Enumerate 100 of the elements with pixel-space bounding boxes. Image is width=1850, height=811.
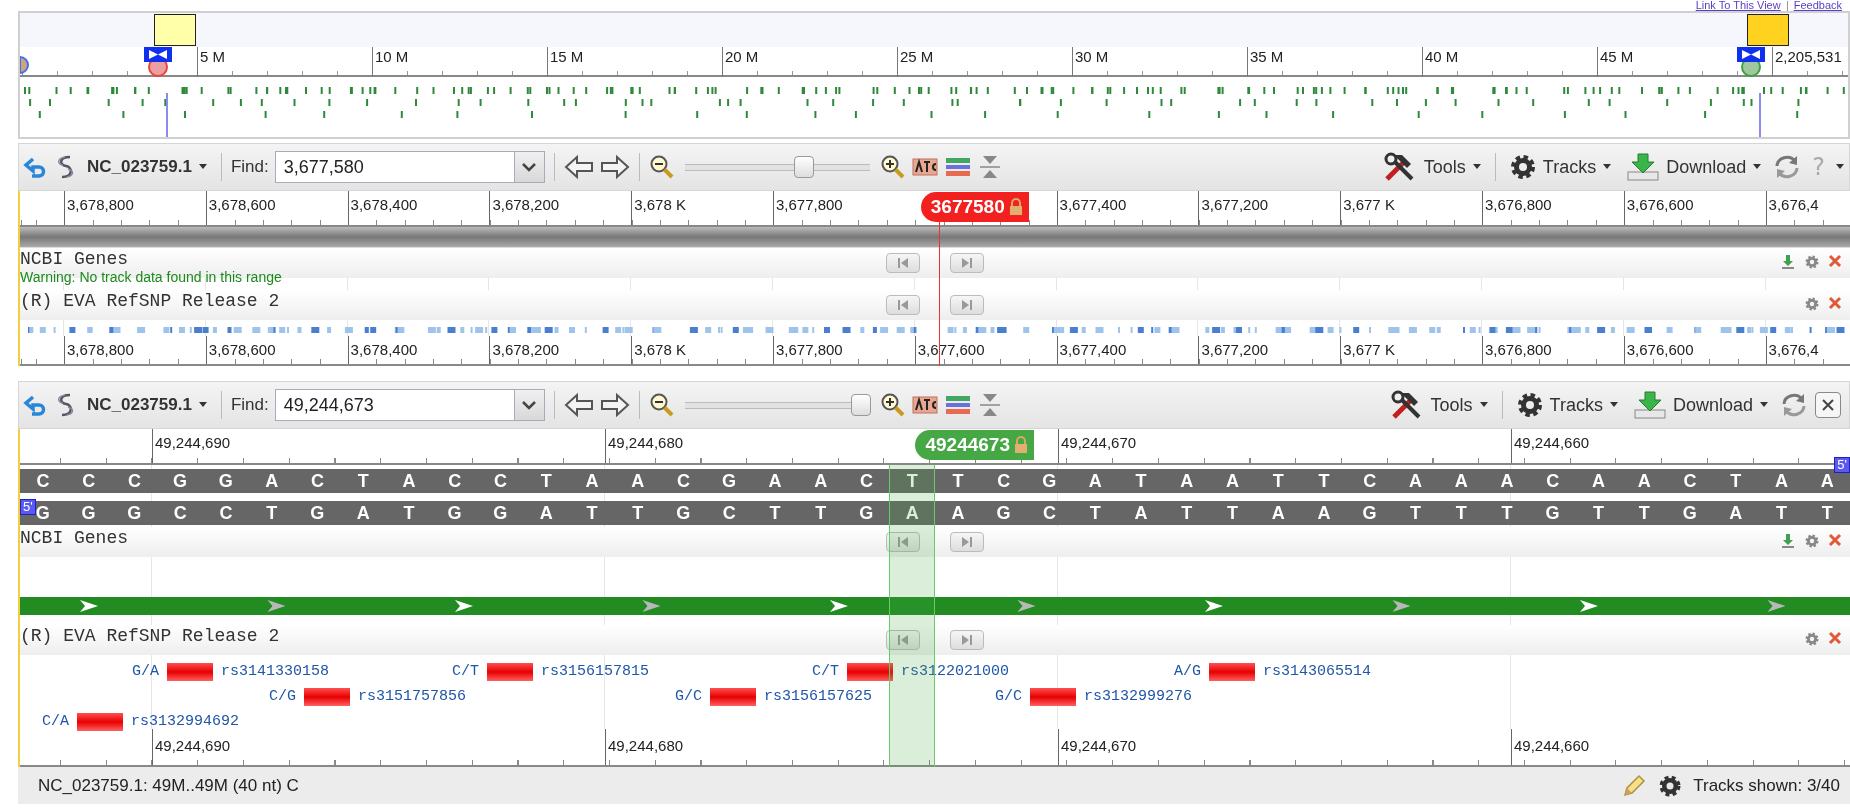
variant-bar[interactable] bbox=[487, 662, 533, 681]
ruler-label: 3,678,400 bbox=[349, 196, 418, 213]
ruler-label: 3,678,200 bbox=[491, 196, 560, 213]
find-field[interactable]: 3,677,580 bbox=[274, 151, 515, 183]
track-label: (R) EVA RefSNP Release 2 bbox=[20, 290, 281, 312]
variant-id[interactable]: rs3141330158 bbox=[221, 663, 330, 680]
download-icon[interactable] bbox=[1780, 254, 1796, 270]
next-feature-button[interactable] bbox=[950, 630, 984, 650]
variant-bar[interactable] bbox=[710, 687, 756, 706]
status-text: NC_023759.1: 49M..49M (40 nt) C bbox=[38, 775, 299, 796]
find-field[interactable]: 49,244,673 bbox=[274, 389, 515, 421]
ruler-label: 3,677,400 bbox=[1058, 341, 1127, 358]
pan-right-icon[interactable] bbox=[599, 154, 630, 180]
base-letter: G bbox=[127, 502, 142, 525]
menu-button[interactable]: Download bbox=[1628, 390, 1773, 420]
skip-back-icon bbox=[895, 257, 911, 269]
pan-left-icon[interactable] bbox=[563, 154, 594, 180]
position-marker-icon[interactable] bbox=[142, 47, 174, 77]
sequence-dropdown[interactable]: NC_023759.1 bbox=[83, 157, 212, 177]
zoom-in-icon[interactable] bbox=[879, 392, 906, 418]
base-letter: G bbox=[81, 502, 96, 525]
track-label: NCBI Genes bbox=[20, 248, 130, 270]
variant-bar[interactable] bbox=[1030, 687, 1076, 706]
ruler-label: 49,244,690 bbox=[154, 434, 231, 451]
variant-id[interactable]: rs3132994692 bbox=[131, 713, 240, 730]
pencil-icon[interactable] bbox=[1621, 772, 1648, 799]
sequence-icon[interactable] bbox=[911, 393, 938, 417]
previous-feature-button[interactable] bbox=[886, 253, 920, 273]
close-icon[interactable] bbox=[1828, 296, 1842, 310]
base-letter: G bbox=[35, 502, 50, 525]
ruler-label: 3,677,200 bbox=[1200, 196, 1269, 213]
header-link[interactable]: Feedback bbox=[1793, 0, 1842, 11]
previous-feature-button[interactable] bbox=[886, 295, 920, 315]
base-letter: G bbox=[722, 470, 737, 493]
variant-id[interactable]: rs3156157815 bbox=[541, 663, 650, 680]
caret-icon bbox=[1608, 402, 1619, 408]
collapse-icon[interactable] bbox=[977, 154, 1002, 180]
zoom-in-icon[interactable] bbox=[879, 154, 906, 180]
base-letter: T bbox=[403, 502, 415, 525]
base-letter: G bbox=[218, 470, 233, 493]
caret-icon bbox=[1759, 402, 1769, 408]
next-feature-button[interactable] bbox=[950, 295, 984, 315]
menu-button[interactable]: Download bbox=[1622, 152, 1767, 182]
sequence-dropdown[interactable]: NC_023759.1 bbox=[83, 395, 212, 415]
position-marker-icon[interactable] bbox=[1735, 47, 1767, 77]
next-feature-button[interactable] bbox=[950, 532, 984, 552]
previous-feature-button[interactable] bbox=[886, 630, 920, 650]
base-letter: A bbox=[1317, 502, 1331, 525]
previous-feature-button[interactable] bbox=[886, 532, 920, 552]
close-button[interactable] bbox=[1815, 392, 1841, 418]
close-icon[interactable] bbox=[1828, 533, 1842, 547]
scale-label: 2,205,531 bbox=[1774, 48, 1842, 65]
variant-bar[interactable] bbox=[167, 662, 213, 681]
strand-badge[interactable]: 5' bbox=[20, 499, 36, 515]
position-marker[interactable]: 3677580 bbox=[920, 192, 1029, 222]
variant-bar[interactable] bbox=[304, 687, 350, 706]
skip-back-icon bbox=[895, 634, 911, 646]
allele-label: G/C bbox=[675, 688, 702, 705]
zoom-out-icon[interactable] bbox=[648, 392, 675, 418]
close-icon[interactable] bbox=[1828, 631, 1842, 645]
pan-right-icon[interactable] bbox=[599, 392, 630, 418]
base-letter: G bbox=[173, 470, 188, 493]
view-region-box[interactable] bbox=[154, 14, 196, 46]
base-letter: A bbox=[1729, 502, 1743, 525]
track-colors-icon[interactable] bbox=[943, 155, 972, 179]
strand-badge[interactable]: 5' bbox=[1834, 457, 1850, 473]
variant-id[interactable]: rs3156157625 bbox=[764, 688, 873, 705]
lock-icon[interactable] bbox=[1008, 198, 1023, 216]
dropdown-button[interactable] bbox=[514, 151, 545, 183]
next-feature-button[interactable] bbox=[950, 253, 984, 273]
zoom-out-icon[interactable] bbox=[648, 154, 675, 180]
base-letter: T bbox=[540, 470, 552, 493]
variant-bar[interactable] bbox=[77, 712, 123, 731]
track-colors-icon[interactable] bbox=[943, 393, 972, 417]
pan-left-icon[interactable] bbox=[563, 392, 594, 418]
variant-bar[interactable] bbox=[1209, 662, 1255, 681]
header-link[interactable]: Link To This View bbox=[1695, 0, 1781, 11]
caret-icon bbox=[1471, 164, 1482, 170]
position-line bbox=[1759, 93, 1761, 137]
allele-label: C/T bbox=[452, 663, 479, 680]
collapse-icon[interactable] bbox=[977, 392, 1002, 418]
menu-button[interactable]: Tools bbox=[1384, 390, 1493, 420]
gene-feature-drawing[interactable] bbox=[20, 597, 1850, 615]
base-letter: C bbox=[997, 470, 1011, 493]
variant-bar[interactable] bbox=[847, 662, 893, 681]
range-start-icon[interactable] bbox=[20, 55, 30, 75]
download-icon[interactable] bbox=[1780, 533, 1796, 549]
sequence-icon[interactable] bbox=[911, 155, 938, 179]
variant-id[interactable]: rs3151757856 bbox=[358, 688, 467, 705]
view-region-box[interactable] bbox=[1747, 14, 1789, 46]
chevron-down-icon bbox=[522, 162, 537, 172]
variant-id[interactable]: rs3143065514 bbox=[1263, 663, 1372, 680]
menu-button[interactable]: Tracks bbox=[1504, 153, 1617, 181]
caret-icon[interactable] bbox=[1835, 164, 1845, 170]
menu-button[interactable]: Tools bbox=[1377, 152, 1486, 182]
dropdown-button[interactable] bbox=[514, 389, 545, 421]
menu-button[interactable]: Tracks bbox=[1511, 391, 1623, 419]
base-letter: T bbox=[632, 502, 644, 525]
close-icon[interactable] bbox=[1828, 254, 1842, 268]
variant-id[interactable]: rs3132999276 bbox=[1084, 688, 1193, 705]
